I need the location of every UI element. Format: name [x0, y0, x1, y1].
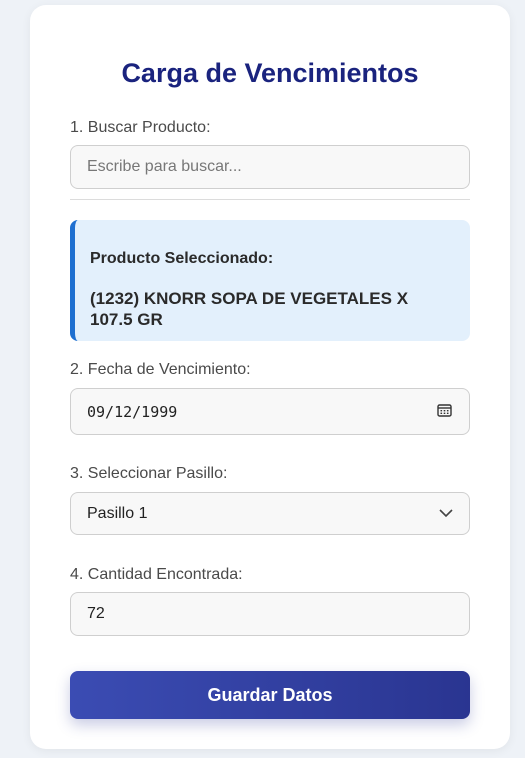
expiry-label: 2. Fecha de Vencimiento:	[70, 361, 251, 378]
selected-product-heading: Producto Seleccionado:	[90, 250, 274, 267]
form-card: Carga de Vencimientos 1. Buscar Producto…	[30, 5, 510, 749]
aisle-select[interactable]: Pasillo 1	[70, 492, 470, 535]
search-input[interactable]	[70, 145, 470, 189]
quantity-label: 4. Cantidad Encontrada:	[70, 566, 243, 583]
selected-product-name: (1232) KNORR SOPA DE VEGETALES X 107.5 G…	[90, 289, 409, 329]
quantity-input[interactable]	[70, 592, 470, 636]
aisle-label: 3. Seleccionar Pasillo:	[70, 465, 228, 482]
divider	[70, 199, 470, 200]
aisle-select-value: Pasillo 1	[87, 504, 148, 522]
expiry-date-value: 09/12/1999	[87, 402, 178, 421]
calendar-icon[interactable]	[437, 403, 452, 417]
save-button[interactable]: Guardar Datos	[70, 671, 470, 719]
selected-product-panel: Producto Seleccionado: (1232) KNORR SOPA…	[70, 220, 470, 341]
expiry-date-input[interactable]: 09/12/1999	[70, 388, 470, 435]
search-label: 1. Buscar Producto:	[70, 119, 211, 136]
page-title: Carga de Vencimientos	[121, 58, 419, 88]
chevron-down-icon	[439, 509, 453, 518]
